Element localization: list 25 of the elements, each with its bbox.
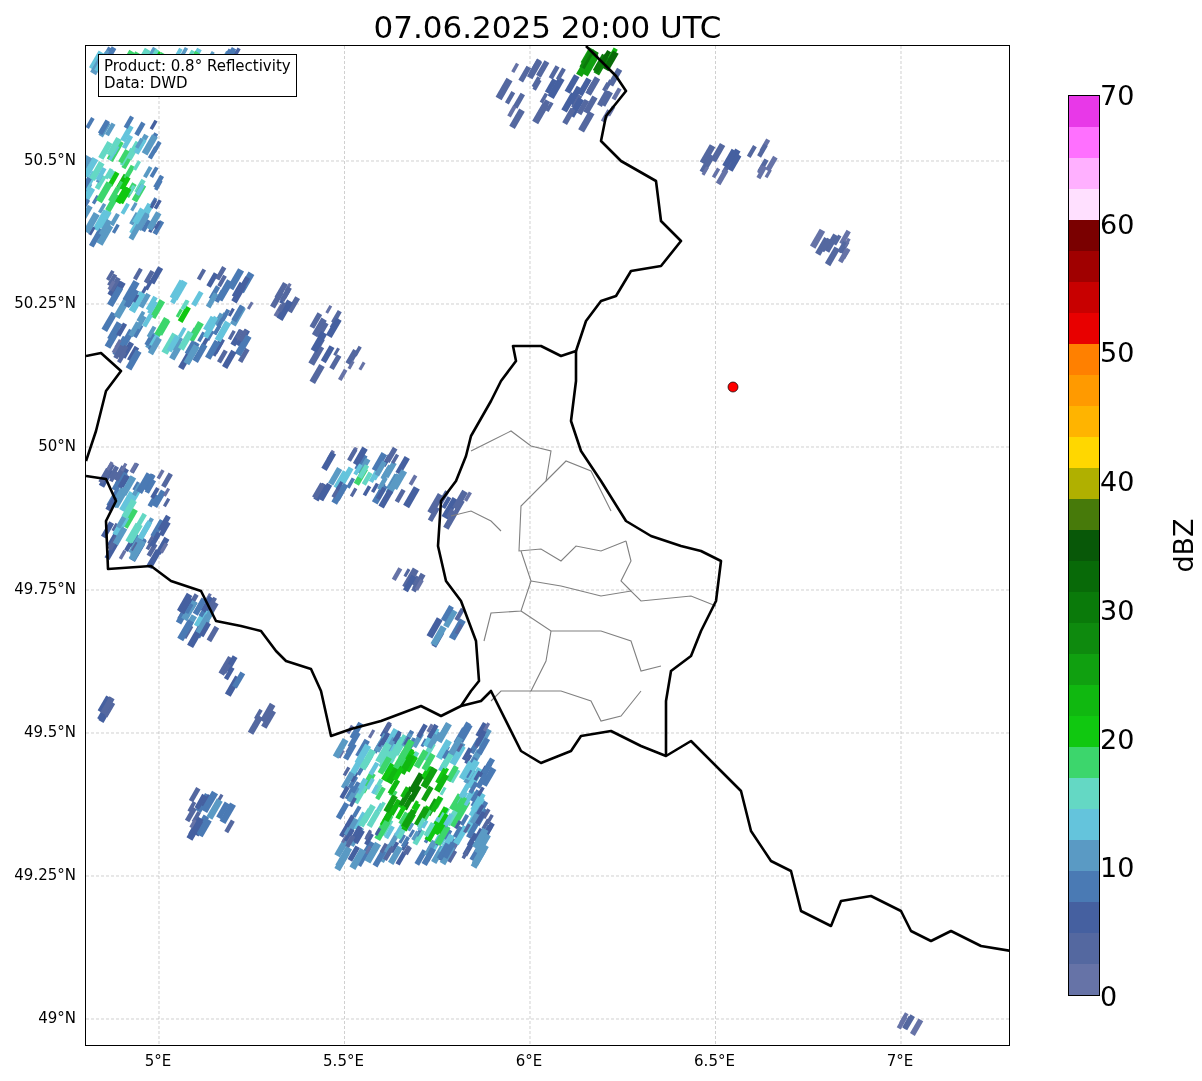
colorbar-tick-label: 70: [1100, 81, 1135, 109]
longitude-label: 7°E: [886, 1052, 914, 1070]
colorbar-tick-label: 10: [1100, 853, 1135, 881]
colorbar-tick-label: 60: [1100, 210, 1135, 238]
latitude-label: 50.25°N: [14, 294, 76, 312]
longitude-label: 5.5°E: [323, 1052, 364, 1070]
colorbar-tick-label: 0: [1100, 982, 1118, 1010]
latitude-label: 50.5°N: [23, 151, 76, 169]
info-text: Data: DWD: [104, 75, 189, 92]
longitude-label: 5°E: [144, 1052, 172, 1070]
latitude-label: 49.5°N: [23, 723, 76, 741]
map-title: 07.06.2025 20:00 UTC: [373, 12, 722, 45]
latitude-label: 50°N: [38, 437, 76, 455]
longitude-label: 6°E: [515, 1052, 543, 1070]
info-text: Product: 0.8° Reflectivity: [104, 58, 291, 75]
longitude-label: 6.5°E: [694, 1052, 735, 1070]
radar-site-marker: [727, 381, 739, 393]
colorbar-tick-label: 20: [1100, 725, 1135, 753]
colorbar-tick-label: 30: [1100, 596, 1135, 624]
latitude-label: 49.75°N: [14, 580, 76, 598]
colorbar-label: dBZ: [1167, 518, 1199, 573]
latitude-label: 49.25°N: [14, 866, 76, 884]
colorbar-tick-label: 40: [1100, 467, 1135, 495]
colorbar-tick-label: 50: [1100, 338, 1135, 366]
latitude-label: 49°N: [38, 1009, 76, 1027]
